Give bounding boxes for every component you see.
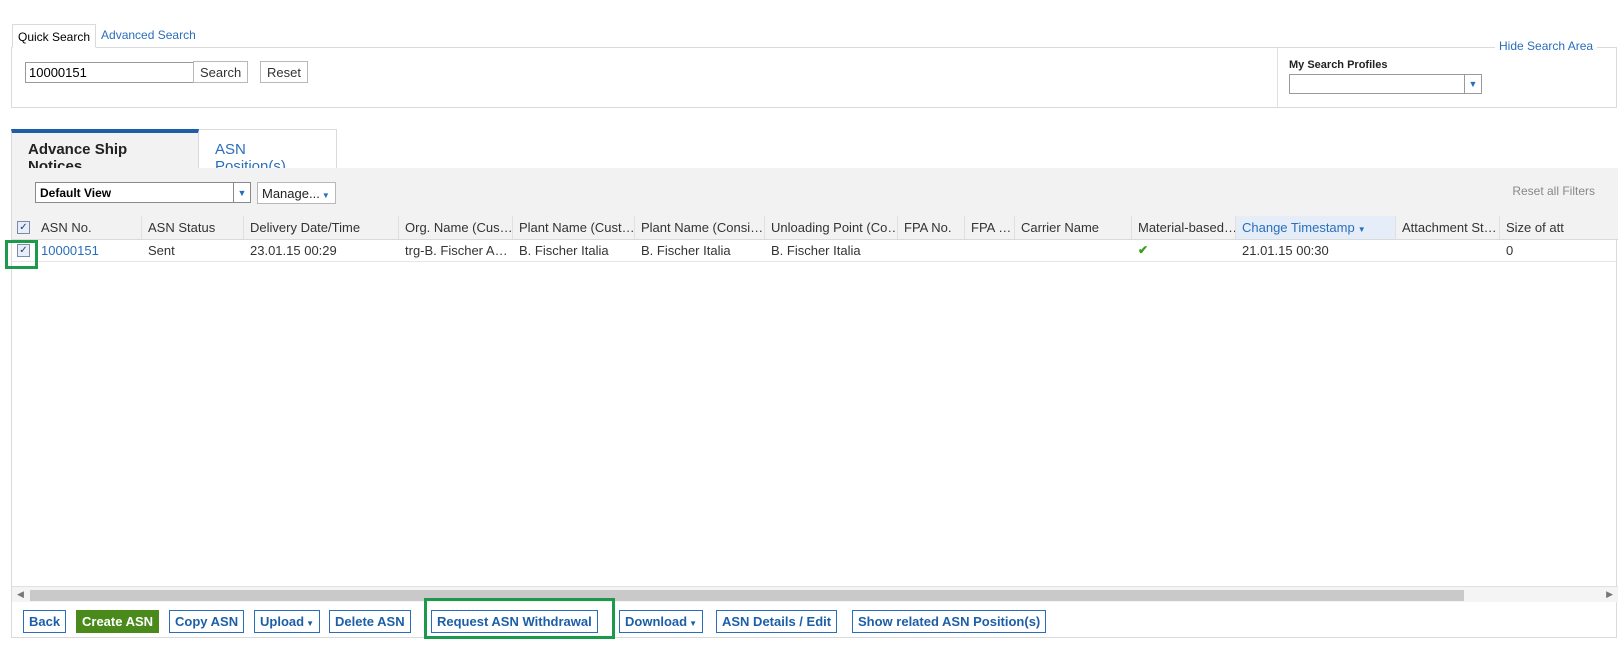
asn-details-edit-button[interactable]: ASN Details / Edit — [716, 610, 838, 633]
column-header[interactable]: Carrier Name — [1015, 216, 1132, 239]
cell-size: 0 — [1506, 243, 1514, 258]
search-input[interactable] — [25, 62, 195, 83]
cell-plant-consi: B. Fischer Italia — [641, 243, 731, 258]
delete-asn-button[interactable]: Delete ASN — [329, 610, 411, 633]
scroll-right-icon[interactable]: ▶ — [1606, 589, 1613, 600]
highlight-withdrawal-button — [424, 598, 615, 639]
highlight-row-checkbox — [5, 240, 38, 269]
column-header[interactable]: Unloading Point (Co… — [765, 216, 898, 239]
column-header[interactable]: Delivery Date/Time — [244, 216, 399, 239]
column-header[interactable]: Attachment St… — [1396, 216, 1500, 239]
search-profiles-select[interactable]: ▼ — [1289, 74, 1482, 94]
column-header[interactable]: ASN No. — [35, 216, 142, 239]
column-header-label: Change Timestamp — [1242, 220, 1355, 235]
cell-fpa — [965, 240, 1015, 261]
cell-plant-cust: B. Fischer Italia — [519, 243, 609, 258]
chevron-down-icon[interactable]: ▼ — [1464, 75, 1481, 93]
profiles-divider — [1277, 48, 1278, 107]
asn-panel: Default View ▼ Manage... ▼ Reset all Filt… — [11, 168, 1618, 638]
column-header[interactable]: Plant Name (Cust… — [513, 216, 635, 239]
action-bar: Back Create ASN Copy ASN Upload ▼ Delete … — [12, 602, 1618, 638]
reset-all-filters-link[interactable]: Reset all Filters — [1512, 184, 1595, 198]
tab-advanced-search[interactable]: Advanced Search — [96, 24, 201, 48]
cell-carrier — [1015, 240, 1132, 261]
scrollbar-thumb[interactable] — [30, 590, 1464, 601]
column-header[interactable]: Plant Name (Consi… — [635, 216, 765, 239]
horizontal-scrollbar[interactable]: ◀ ▶ — [12, 586, 1618, 602]
cell-unloading: B. Fischer Italia — [771, 243, 861, 258]
search-profiles-label: My Search Profiles — [1289, 59, 1388, 71]
column-header[interactable]: FPA … — [965, 216, 1015, 239]
search-tabs: Quick Search Advanced Search — [12, 24, 201, 48]
create-asn-button[interactable]: Create ASN — [76, 610, 160, 633]
caret-down-icon: ▼ — [306, 619, 314, 628]
table-toolbar: Default View ▼ Manage... ▼ Reset all Filt… — [12, 168, 1618, 216]
main-tabs: Advance Ship Notices ASN Position(s) — [11, 129, 337, 175]
asn-number-link[interactable]: 10000151 — [35, 240, 142, 261]
upload-button[interactable]: Upload ▼ — [254, 610, 320, 633]
column-header[interactable]: Org. Name (Cus… — [399, 216, 513, 239]
tab-asn-positions[interactable]: ASN Position(s) — [199, 129, 337, 175]
view-select[interactable]: Default View ▼ — [35, 182, 251, 203]
checkmark-icon: ✔ — [1138, 243, 1149, 257]
column-header[interactable]: Size of att — [1500, 216, 1618, 239]
manage-button[interactable]: Manage... ▼ — [257, 182, 336, 204]
cell-change-timestamp: 21.01.15 00:30 — [1242, 243, 1329, 258]
cell-attachment — [1396, 240, 1500, 261]
table-row[interactable]: ✓ 10000151 Sent 23.01.15 00:29 trg-B. Fi… — [12, 240, 1618, 262]
copy-asn-button[interactable]: Copy ASN — [169, 610, 245, 633]
scroll-left-icon[interactable]: ◀ — [17, 589, 24, 600]
hide-search-area-link[interactable]: Hide Search Area — [1495, 39, 1598, 53]
back-button[interactable]: Back — [23, 610, 67, 633]
cell-org-name: trg-B. Fischer A… — [405, 243, 508, 258]
table-header: ✓ ASN No. ASN Status Delivery Date/Time … — [12, 216, 1618, 240]
column-header[interactable]: FPA No. — [898, 216, 965, 239]
search-button[interactable]: Search — [193, 61, 249, 83]
cell-status: Sent — [148, 243, 175, 258]
upload-label: Upload — [260, 614, 305, 629]
show-related-positions-button[interactable]: Show related ASN Position(s) — [852, 610, 1047, 633]
view-select-value: Default View — [40, 186, 112, 200]
caret-down-icon: ▼ — [321, 191, 330, 200]
reset-button[interactable]: Reset — [260, 61, 308, 83]
manage-label: Manage... — [262, 186, 320, 201]
chevron-down-icon[interactable]: ▼ — [233, 183, 250, 202]
column-header-sorted[interactable]: Change Timestamp ▼ — [1236, 216, 1396, 239]
select-all-checkbox[interactable]: ✓ — [17, 221, 30, 234]
search-area: Search Reset My Search Profiles ▼ — [11, 47, 1617, 108]
cell-fpa-no — [898, 240, 965, 261]
cell-delivery: 23.01.15 00:29 — [250, 243, 337, 258]
sort-descending-icon: ▼ — [1357, 225, 1366, 234]
download-button[interactable]: Download ▼ — [619, 610, 704, 633]
download-label: Download — [625, 614, 688, 629]
tab-quick-search[interactable]: Quick Search — [12, 24, 97, 48]
column-header[interactable]: ASN Status — [142, 216, 244, 239]
caret-down-icon: ▼ — [689, 619, 698, 628]
tab-advance-ship-notices[interactable]: Advance Ship Notices — [11, 129, 199, 175]
column-header[interactable]: Material-based… — [1132, 216, 1236, 239]
